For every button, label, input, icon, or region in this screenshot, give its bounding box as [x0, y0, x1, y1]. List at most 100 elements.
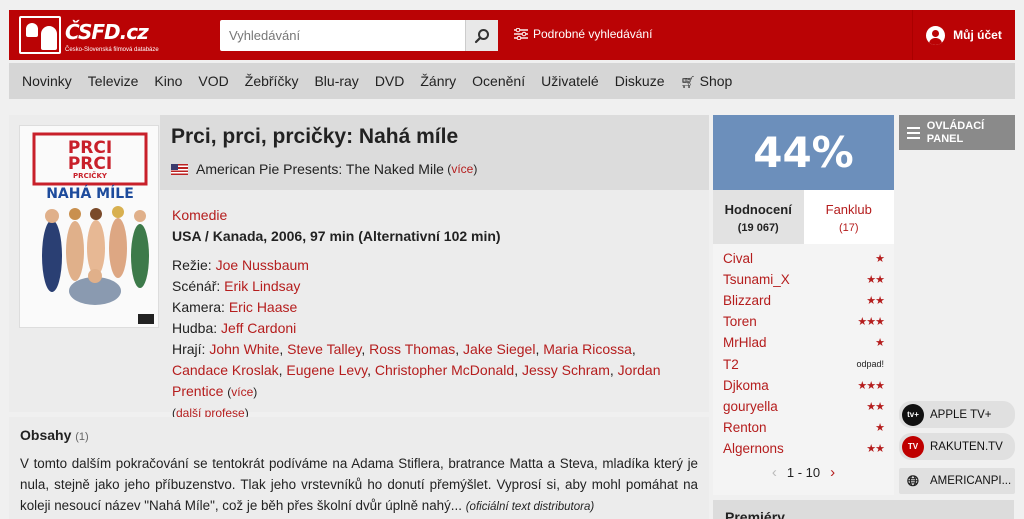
nav-kino[interactable]: Kino: [154, 73, 182, 89]
rating-stars: ★: [875, 421, 885, 434]
vod-official-site-label: AMERICANPI...: [930, 475, 1012, 487]
rating-user-link[interactable]: Blizzard: [723, 293, 771, 308]
site-header: ČSFD.cz Česko-Slovenská filmová databáze…: [9, 10, 1015, 60]
site-logo[interactable]: ČSFD.cz Česko-Slovenská filmová databáze: [19, 16, 159, 56]
plot-count: (1): [75, 431, 89, 443]
poster-line-3: PRCIČKY: [73, 171, 108, 180]
cast-link[interactable]: Jake Siegel: [463, 341, 535, 357]
rating-row: Toren ★★★: [713, 311, 894, 332]
main-nav: Novinky Televize Kino VOD Žebříčky Blu-r…: [9, 63, 1015, 99]
rating-stars: ★: [875, 337, 885, 350]
nav-televize[interactable]: Televize: [88, 73, 139, 89]
tab-fanclub-label: Fanklub: [825, 202, 872, 217]
advanced-search-link[interactable]: Podrobné vyhledávání: [514, 27, 652, 41]
rating-user-link[interactable]: Tsunami_X: [723, 272, 790, 287]
nav-novinky[interactable]: Novinky: [22, 73, 72, 89]
cast-link[interactable]: Steve Talley: [287, 341, 361, 357]
filter-sliders-icon: [514, 28, 528, 40]
cast-more-link[interactable]: více: [231, 385, 253, 399]
rating-user-link[interactable]: Toren: [723, 314, 757, 329]
nav-diskuze[interactable]: Diskuze: [615, 73, 665, 89]
nav-vod[interactable]: VOD: [198, 73, 228, 89]
film-details: Komedie USA / Kanada, 2006, 97 min (Alte…: [172, 205, 692, 424]
rating-user-link[interactable]: Cival: [723, 251, 753, 266]
search-input[interactable]: [220, 20, 465, 51]
cart-icon: 🛒︎: [680, 75, 696, 89]
plot-heading-label: Obsahy: [20, 427, 72, 443]
nav-bluray[interactable]: Blu-ray: [314, 73, 358, 89]
cast-link[interactable]: Eugene Levy: [286, 362, 367, 378]
rating-box: 44% Hodnocení (19 067) Fanklub (17) Cival ★…: [713, 115, 894, 495]
rating-row: T2 odpad!: [713, 353, 894, 374]
pager-next-icon[interactable]: ›: [830, 464, 835, 481]
plot-body: V tomto dalším pokračování se tentokrát …: [20, 456, 698, 513]
control-panel-button[interactable]: OVLÁDACÍ PANEL: [899, 115, 1015, 150]
film-genre[interactable]: Komedie: [172, 205, 692, 226]
globe-icon: 🌐︎: [906, 472, 919, 490]
account-button[interactable]: Můj účet: [912, 10, 1015, 60]
rating-user-link[interactable]: Renton: [723, 420, 767, 435]
camera-link[interactable]: Eric Haase: [229, 299, 297, 315]
cast-link[interactable]: Candace Kroslak: [172, 362, 279, 378]
original-title-more-link[interactable]: více: [451, 162, 473, 176]
tab-ratings-label: Hodnocení: [724, 202, 792, 217]
nav-oceneni[interactable]: Ocenění: [472, 73, 525, 89]
rating-row: gouryella ★★: [713, 396, 894, 417]
film-info-box: PRCI PRCI PRCIČKY NAHÁ MÍLE Prci, prci, …: [9, 115, 709, 420]
original-title-row: American Pie Presents: The Naked Mile (v…: [171, 161, 477, 177]
us-flag-icon: [171, 163, 188, 175]
director-link[interactable]: Joe Nussbaum: [216, 257, 309, 273]
pager-prev-icon[interactable]: ‹: [772, 464, 777, 481]
vod-apple-tv[interactable]: tv+ APPLE TV+: [899, 401, 1015, 428]
rating-odpad: odpad!: [856, 359, 884, 370]
poster-line-4: NAHÁ MÍLE: [46, 185, 134, 202]
user-ratings-list: Cival ★ Tsunami_X ★★ Blizzard ★★ Toren ★★★ M…: [713, 244, 894, 459]
credit-cast: Hrají: John White, Steve Talley, Ross Th…: [172, 341, 661, 399]
rating-tabs: Hodnocení (19 067) Fanklub (17): [713, 190, 894, 244]
cast-link[interactable]: Christopher McDonald: [375, 362, 514, 378]
credit-screenplay: Scénář: Erik Lindsay: [172, 276, 692, 297]
tab-ratings[interactable]: Hodnocení (19 067): [713, 190, 804, 244]
ratings-pager: ‹ 1 - 10 ›: [713, 464, 894, 481]
rating-row: Djkoma ★★★: [713, 375, 894, 396]
cast-link[interactable]: Maria Ricossa: [543, 341, 632, 357]
logo-tld: .cz: [119, 20, 149, 44]
rating-row: Algernons ★★: [713, 438, 894, 459]
rating-user-link[interactable]: MrHlad: [723, 335, 767, 350]
credit-cast-label: Hrají:: [172, 341, 206, 357]
vod-official-site[interactable]: 🌐︎ AMERICANPI...: [899, 468, 1015, 494]
rating-user-link[interactable]: gouryella: [723, 399, 778, 414]
tab-fanclub[interactable]: Fanklub (17): [804, 190, 895, 244]
nav-zebricky[interactable]: Žebříčky: [245, 73, 299, 89]
credit-camera: Kamera: Eric Haase: [172, 297, 692, 318]
rating-user-link[interactable]: Djkoma: [723, 378, 769, 393]
cast-link[interactable]: Ross Thomas: [369, 341, 455, 357]
poster-line-2: PRCI: [68, 154, 112, 174]
nav-dvd[interactable]: DVD: [375, 73, 405, 89]
search-button[interactable]: [465, 20, 498, 51]
rating-row: Renton ★: [713, 417, 894, 438]
rating-stars: ★★: [866, 295, 885, 308]
screenplay-link[interactable]: Erik Lindsay: [224, 278, 300, 294]
music-link[interactable]: Jeff Cardoni: [221, 320, 296, 336]
nav-shop[interactable]: 🛒︎ Shop: [681, 73, 733, 89]
credit-director-label: Režie:: [172, 257, 212, 273]
credit-director: Režie: Joe Nussbaum: [172, 255, 692, 276]
apple-tv-icon: tv+: [902, 403, 924, 426]
plot-source: (oficiální text distributora): [465, 501, 595, 513]
vod-rakuten-label: RAKUTEN.TV: [930, 440, 1003, 453]
rating-user-link[interactable]: Algernons: [723, 441, 784, 456]
nav-uzivatele[interactable]: Uživatelé: [541, 73, 599, 89]
logo-text: ČSFD: [65, 20, 121, 44]
film-poster[interactable]: PRCI PRCI PRCIČKY NAHÁ MÍLE: [19, 125, 159, 328]
rating-stars: ★: [875, 253, 885, 266]
cast-link[interactable]: John White: [209, 341, 279, 357]
vod-rakuten[interactable]: TV RAKUTEN.TV: [899, 433, 1015, 460]
film-origin: USA / Kanada, 2006, 97 min (Alternativní…: [172, 228, 501, 244]
vod-apple-tv-label: APPLE TV+: [930, 408, 992, 421]
plot-text: V tomto dalším pokračování se tentokrát …: [20, 453, 698, 518]
credit-music-label: Hudba:: [172, 320, 218, 336]
nav-zanry[interactable]: Žánry: [420, 73, 456, 89]
cast-link[interactable]: Jessy Schram: [522, 362, 610, 378]
rating-user-link[interactable]: T2: [723, 357, 739, 372]
